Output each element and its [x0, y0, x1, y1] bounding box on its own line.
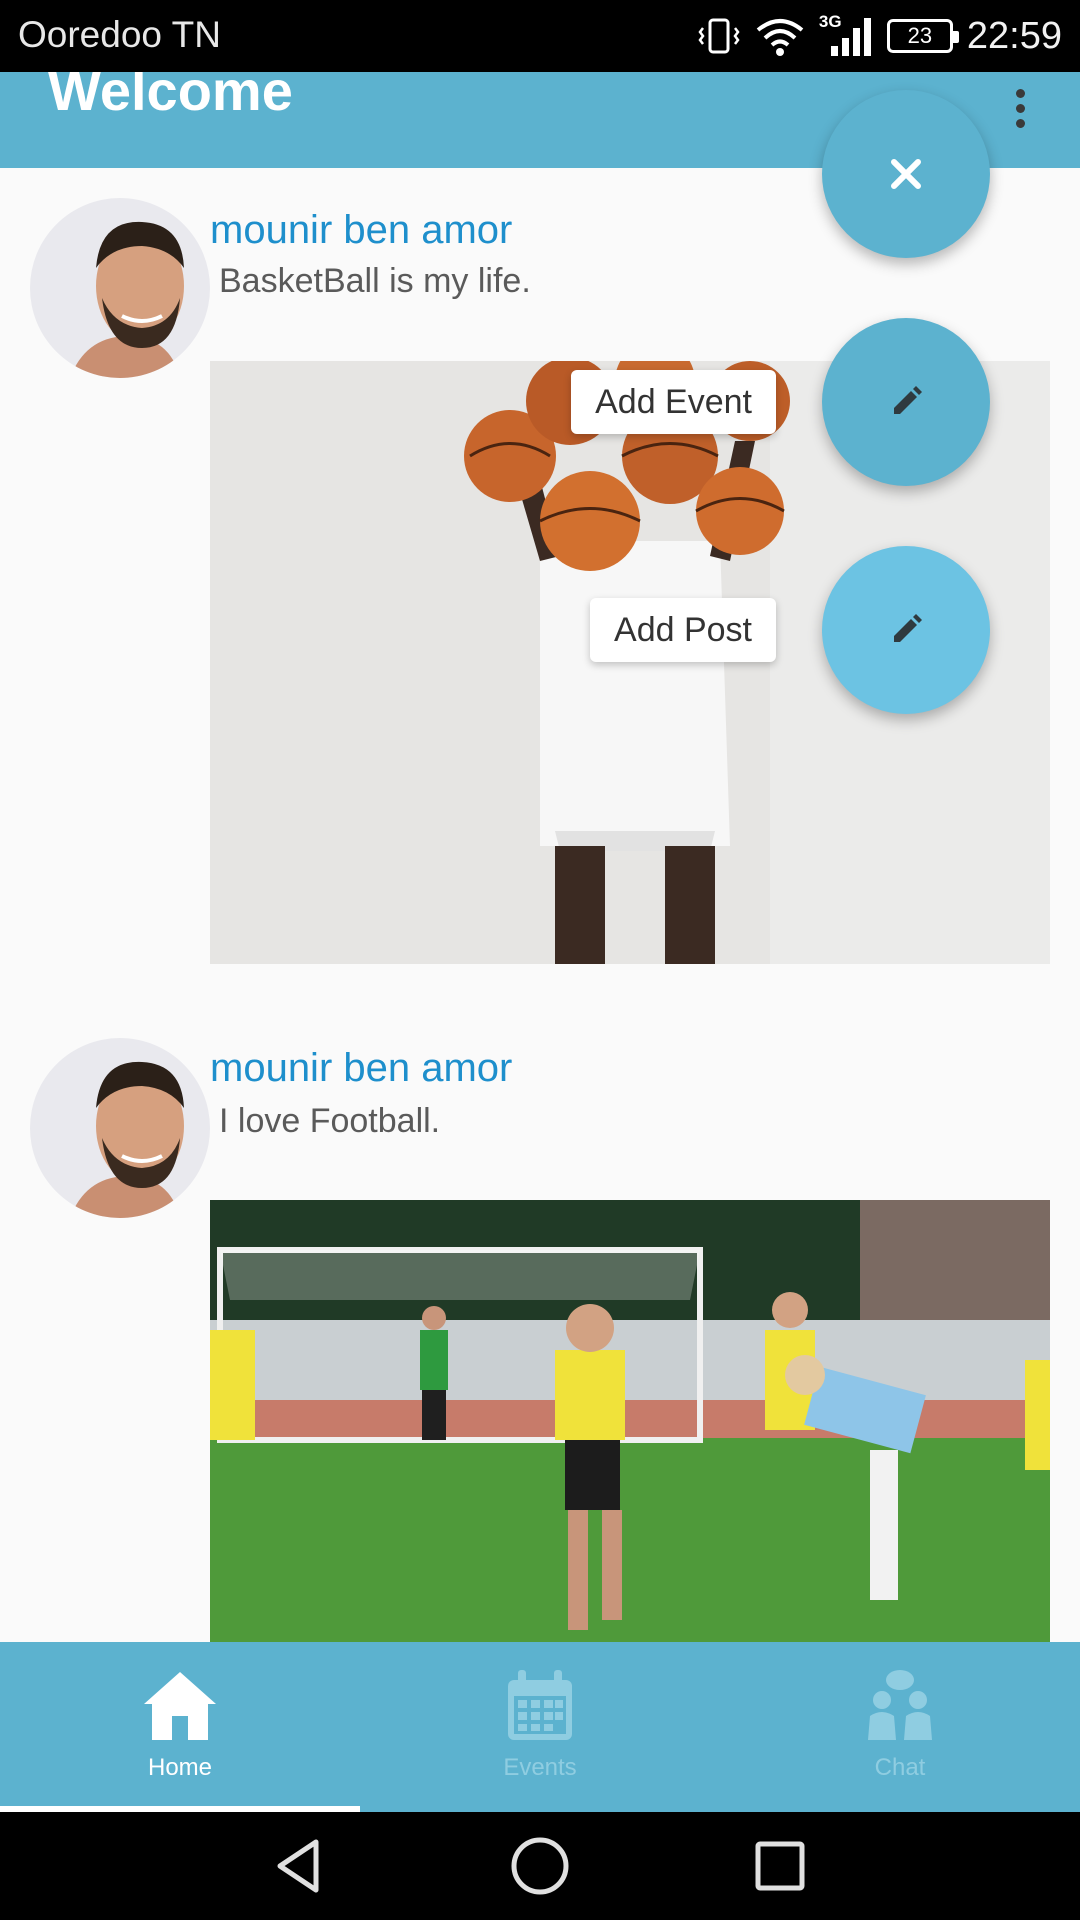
pencil-icon: [894, 614, 922, 642]
add-event-label[interactable]: Add Event: [571, 370, 776, 434]
mobile-signal: 3G: [819, 12, 873, 60]
back-icon[interactable]: [268, 1834, 332, 1898]
more-vert-icon: [1015, 88, 1025, 98]
people-chat-icon: [868, 1670, 932, 1740]
tab-events-label: Events: [503, 1754, 577, 1781]
post-author-name[interactable]: mounir ben amor: [210, 1046, 512, 1091]
post-card: mounir ben amor I love Football.: [0, 1008, 1080, 1642]
system-navigation-bar: [0, 1812, 1080, 1920]
wifi-icon: [756, 19, 804, 56]
battery-icon: 23: [886, 19, 959, 53]
tab-chat[interactable]: Chat: [720, 1642, 1080, 1812]
status-icons: 3G 23 22:59: [697, 8, 1062, 64]
overflow-menu-button[interactable]: [1000, 78, 1040, 138]
add-post-button[interactable]: [822, 546, 990, 714]
tab-home-label: Home: [147, 1754, 213, 1781]
post-text: BasketBall is my life.: [219, 262, 531, 300]
tab-events[interactable]: Events: [360, 1642, 720, 1812]
tab-home[interactable]: Home: [0, 1642, 360, 1812]
status-bar: Ooredoo TN 3G 23 22:59: [0, 0, 1080, 72]
post-author-name[interactable]: mounir ben amor: [210, 208, 512, 253]
pencil-icon: [894, 386, 922, 414]
avatar[interactable]: [30, 1038, 210, 1218]
recents-icon[interactable]: [748, 1834, 812, 1898]
post-image[interactable]: [210, 1200, 1050, 1642]
vibrate-icon: [698, 18, 740, 54]
tab-chat-label: Chat: [874, 1754, 926, 1781]
carrier-name: Ooredoo TN: [18, 14, 221, 55]
avatar-image: [30, 1038, 210, 1218]
calendar-icon: [508, 1670, 572, 1740]
football-photo: [210, 1200, 1050, 1642]
avatar[interactable]: [30, 198, 210, 378]
close-icon: [891, 159, 921, 189]
avatar-image: [30, 198, 210, 378]
add-post-label[interactable]: Add Post: [590, 598, 776, 662]
bottom-navigation: Home Events Chat: [0, 1642, 1080, 1812]
signal-icon: [830, 18, 871, 56]
home-icon: [144, 1672, 216, 1740]
app-screen: Ooredoo TN 3G 23 22:59 Welcome mounir be…: [0, 0, 1080, 1920]
page-title: Welcome: [48, 72, 293, 122]
add-event-button[interactable]: [822, 318, 990, 486]
home-circle-icon[interactable]: [508, 1834, 572, 1898]
post-text: I love Football.: [219, 1102, 441, 1140]
close-fab-button[interactable]: [822, 90, 990, 258]
status-time: 22:59: [966, 14, 1062, 57]
battery-level: 23: [907, 23, 933, 48]
